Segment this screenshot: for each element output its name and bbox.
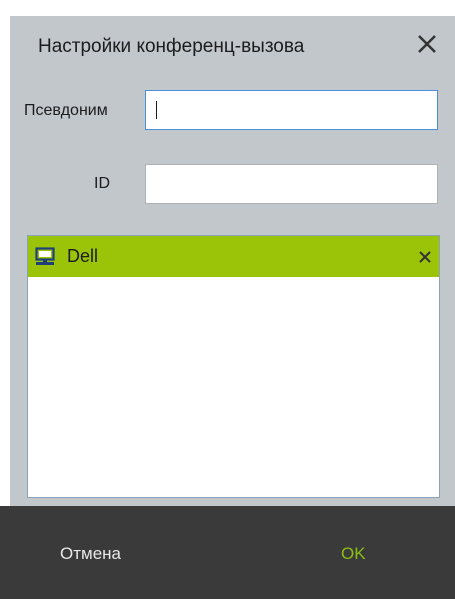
dialog-panel: Настройки конференц-вызова Псевдоним ID (10, 16, 455, 516)
participant-list[interactable]: Dell (27, 235, 440, 498)
alias-label: Псевдоним (24, 102, 108, 119)
list-item-label: Dell (67, 246, 99, 266)
id-input[interactable] (145, 164, 438, 204)
text-caret (156, 101, 157, 119)
close-icon (418, 35, 436, 53)
alias-input[interactable] (145, 90, 438, 130)
remove-item-button[interactable] (417, 249, 433, 265)
list-item[interactable]: Dell (28, 236, 439, 277)
computer-icon (35, 247, 55, 266)
cancel-button[interactable]: Отмена (60, 544, 121, 564)
close-button[interactable] (413, 30, 441, 58)
close-icon (419, 251, 431, 263)
dialog-footer: Отмена OK (0, 506, 455, 599)
dialog-title: Настройки конференц-вызова (38, 36, 305, 57)
conference-settings-dialog: Настройки конференц-вызова Псевдоним ID (0, 0, 455, 599)
id-label: ID (94, 175, 110, 192)
ok-button[interactable]: OK (341, 544, 366, 564)
